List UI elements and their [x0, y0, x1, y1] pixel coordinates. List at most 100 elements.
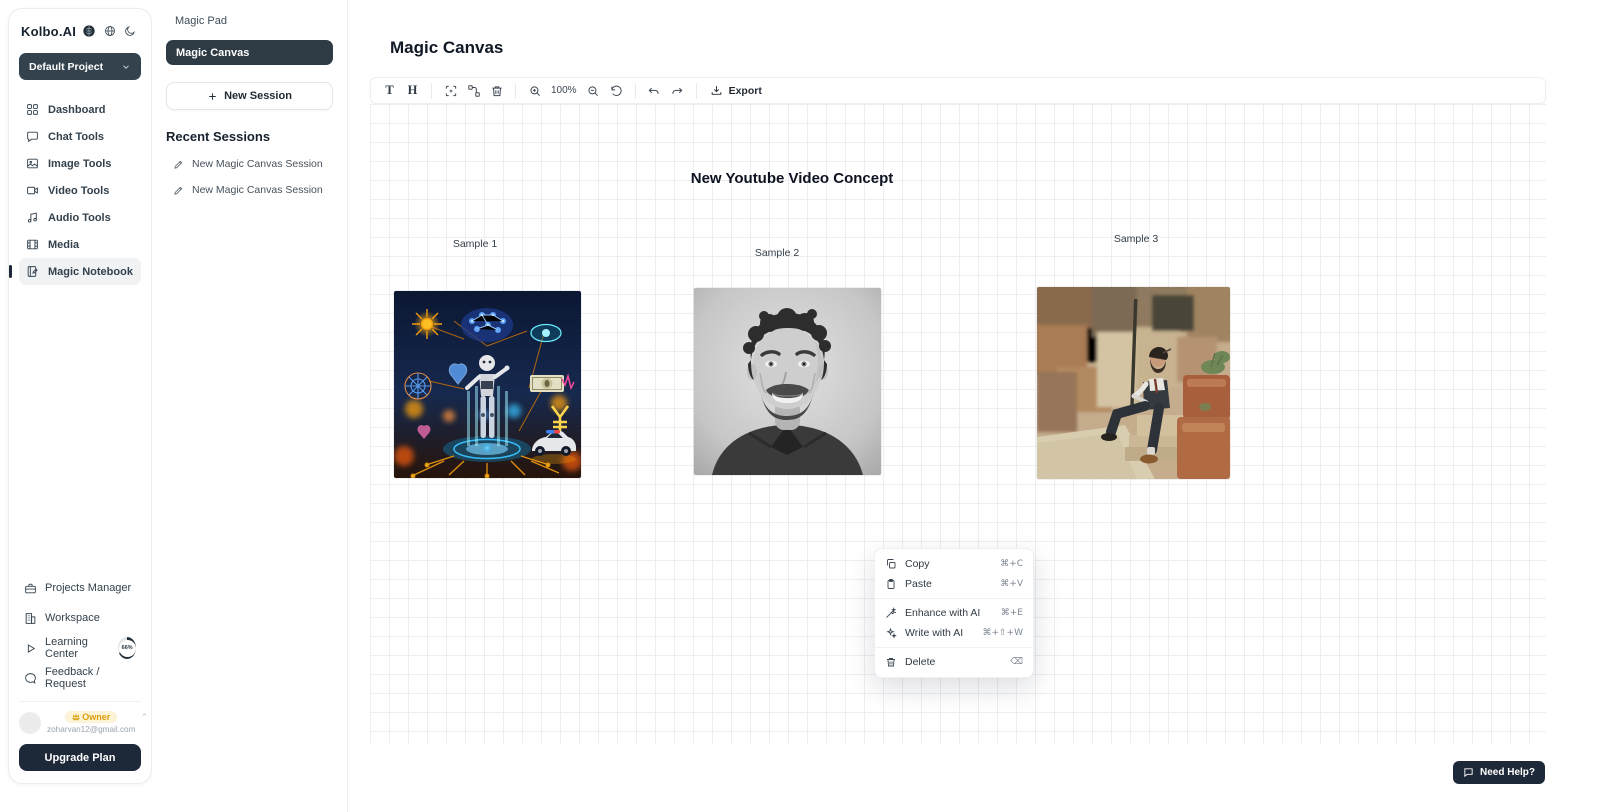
chevron-down-icon [121, 62, 131, 72]
sidebar-item-label: Media [48, 239, 79, 251]
sample-2-image[interactable] [694, 288, 881, 475]
language-globe-icon[interactable] [104, 25, 116, 37]
sidebar-item-chat-tools[interactable]: Chat Tools [19, 123, 141, 150]
session-item-label: New Magic Canvas Session [192, 184, 323, 196]
sidebar-item-label: Chat Tools [48, 131, 104, 143]
menu-item-label: Paste [905, 578, 932, 590]
canvas[interactable]: New Youtube Video Concept Sample 1 Sampl… [370, 104, 1546, 744]
sidebar: Kolbo.AI Default Project Dashb [8, 8, 152, 784]
zoom-in-button[interactable] [523, 80, 546, 102]
main-area: Magic Canvas T H 100% Export New Youtube… [348, 0, 1600, 812]
footer-item-label: Projects Manager [45, 582, 131, 594]
context-menu-item-paste[interactable]: Paste ⌘+V [875, 574, 1033, 594]
sidebar-item-media[interactable]: Media [19, 231, 141, 258]
canvas-toolbar: T H 100% Export [370, 77, 1546, 104]
panel-item-magic-canvas[interactable]: Magic Canvas [166, 40, 333, 65]
sample-3-label[interactable]: Sample 3 [1114, 233, 1158, 245]
zoom-level-value[interactable]: 100% [551, 85, 577, 96]
context-menu-item-copy[interactable]: Copy ⌘+C [875, 554, 1033, 574]
user-account-row[interactable]: Owner zoharvan12@gmail.com [19, 701, 141, 734]
play-icon [24, 642, 37, 655]
dashboard-grid-icon [26, 103, 39, 116]
brand-logo: Kolbo.AI [21, 24, 76, 39]
session-list-item[interactable]: New Magic Canvas Session [166, 184, 333, 196]
ai-select-tool-button[interactable] [439, 80, 462, 102]
canvas-heading-text[interactable]: New Youtube Video Concept [691, 170, 894, 187]
sidebar-item-video-tools[interactable]: Video Tools [19, 177, 141, 204]
panel-item-magic-pad[interactable]: Magic Pad [166, 12, 333, 30]
context-menu-item-write-with-ai[interactable]: Write with AI ⌘+⇧+W [875, 623, 1033, 643]
text-tool-button[interactable]: T [378, 80, 401, 102]
image-icon [26, 157, 39, 170]
page-title: Magic Canvas [390, 38, 503, 58]
avatar [19, 712, 41, 734]
context-menu: Copy ⌘+C Paste ⌘+V Enhance with AI ⌘+E W… [874, 548, 1034, 678]
chat-bubble-icon [26, 130, 39, 143]
notebook-pen-icon [26, 265, 39, 278]
context-menu-item-delete[interactable]: Delete ⌫ [875, 652, 1033, 672]
feedback-bubble-icon [24, 672, 37, 685]
text-tool-label: T [385, 83, 393, 98]
menu-item-shortcut: ⌘+⇧+W [982, 628, 1023, 638]
toolbar-separator [635, 83, 636, 99]
upgrade-plan-button[interactable]: Upgrade Plan [19, 744, 141, 771]
menu-item-shortcut: ⌘+V [1000, 579, 1023, 589]
footer-item-label: Feedback / Request [45, 666, 136, 690]
session-panel: Magic Pad Magic Canvas New Session Recen… [152, 0, 348, 812]
session-list-item[interactable]: New Magic Canvas Session [166, 158, 333, 170]
undo-button[interactable] [643, 80, 666, 102]
redo-button[interactable] [666, 80, 689, 102]
chevron-up-icon[interactable] [141, 711, 148, 718]
menu-item-shortcut: ⌘+E [1001, 608, 1023, 618]
footer-item-label: Learning Center [45, 636, 108, 660]
sidebar-item-magic-notebook[interactable]: Magic Notebook [19, 258, 141, 285]
sidebar-item-label: Dashboard [48, 104, 105, 116]
recent-sessions-title: Recent Sessions [166, 129, 333, 144]
need-help-button[interactable]: Need Help? [1453, 761, 1545, 784]
sidebar-item-dashboard[interactable]: Dashboard [19, 96, 141, 123]
sidebar-item-label: Video Tools [48, 185, 109, 197]
menu-item-label: Enhance with AI [905, 607, 980, 619]
export-button[interactable]: Export [704, 84, 768, 97]
delete-tool-button[interactable] [485, 80, 508, 102]
sidebar-item-image-tools[interactable]: Image Tools [19, 150, 141, 177]
sample-3-image[interactable] [1037, 287, 1230, 479]
crown-icon [72, 713, 80, 721]
reset-rotate-button[interactable] [605, 80, 628, 102]
project-selector[interactable]: Default Project [19, 53, 141, 80]
connector-tool-button[interactable] [462, 80, 485, 102]
heading-tool-button[interactable]: H [401, 80, 424, 102]
media-film-icon [26, 238, 39, 251]
dark-mode-moon-icon[interactable] [124, 25, 136, 37]
pencil-icon [173, 185, 184, 196]
learning-progress-value: 66% [119, 640, 136, 657]
briefcase-icon [24, 582, 37, 595]
context-menu-item-enhance-with-ai[interactable]: Enhance with AI ⌘+E [875, 603, 1033, 623]
sample-1-image[interactable] [394, 291, 581, 478]
sidebar-item-audio-tools[interactable]: Audio Tools [19, 204, 141, 231]
sidebar-item-feedback-request[interactable]: Feedback / Request [19, 663, 141, 693]
video-camera-icon [26, 184, 39, 197]
building-icon [24, 612, 37, 625]
chat-help-icon [1463, 767, 1474, 778]
new-session-label: New Session [224, 90, 292, 102]
sample-1-label[interactable]: Sample 1 [453, 238, 497, 250]
toolbar-separator [431, 83, 432, 99]
menu-item-label: Delete [905, 656, 935, 668]
learning-progress-ring: 66% [118, 637, 136, 659]
zoom-out-button[interactable] [582, 80, 605, 102]
sidebar-item-learning-center[interactable]: Learning Center 66% [19, 633, 141, 663]
owner-badge-label: Owner [82, 712, 110, 722]
user-email: zoharvan12@gmail.com [47, 725, 135, 734]
menu-divider [875, 647, 1033, 648]
new-session-button[interactable]: New Session [166, 82, 333, 110]
sidebar-item-projects-manager[interactable]: Projects Manager [19, 573, 141, 603]
menu-item-label: Copy [905, 558, 930, 570]
pencil-icon [173, 159, 184, 170]
sidebar-item-label: Audio Tools [48, 212, 111, 224]
need-help-label: Need Help? [1480, 767, 1535, 778]
heading-tool-label: H [408, 83, 418, 98]
sidebar-item-workspace[interactable]: Workspace [19, 603, 141, 633]
export-label: Export [729, 85, 762, 97]
sample-2-label[interactable]: Sample 2 [755, 247, 799, 259]
